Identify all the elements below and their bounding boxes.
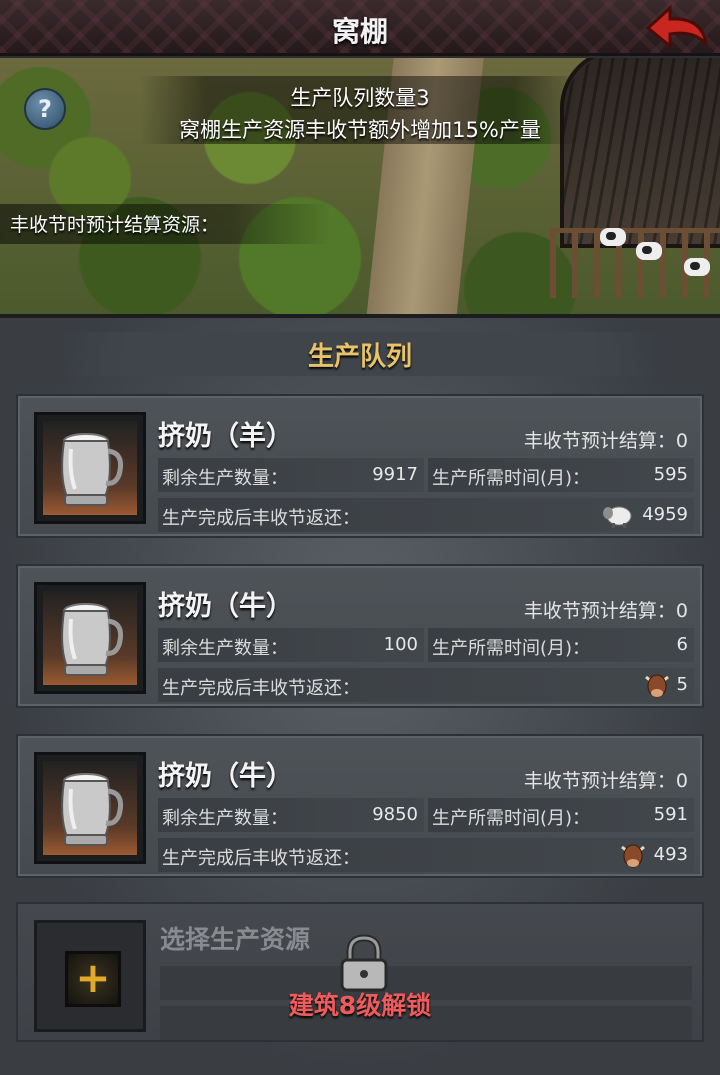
remaining-value: 100 [383,634,418,655]
time-row: 生产所需时间(月)： 6 [428,628,694,662]
cow-icon [621,844,645,868]
milk-pitcher-icon [61,603,124,676]
return-value: 5 [676,674,688,695]
unlock-requirement-text: 建筑8级解锁 [288,991,432,1020]
card-title: 挤奶（牛） [158,761,293,792]
queue-count-text: 生产队列数量3 [290,86,430,110]
item-icon-frame [34,412,146,524]
remaining-value: 9850 [372,804,418,825]
return-label: 生产完成后丰收节返还： [162,508,360,529]
return-value: 493 [653,844,688,865]
return-row: 生产完成后丰收节返还： 493 [158,838,694,872]
time-value: 595 [653,464,688,485]
page-title: 窝棚 [331,15,388,48]
time-value: 6 [676,634,688,655]
back-arrow-icon [645,4,709,50]
remaining-row: 剩余生产数量： 9850 [158,798,424,832]
sheep-icon [603,506,632,528]
item-icon-frame [34,582,146,694]
remaining-label: 剩余生产数量： [162,468,288,489]
remaining-value: 9917 [372,464,418,485]
time-row: 生产所需时间(月)： 591 [428,798,694,832]
return-label: 生产完成后丰收节返还： [162,848,360,869]
time-row: 生产所需时间(月)： 595 [428,458,694,492]
harvest-settle-text: 丰收节预计结算：0 [523,600,688,622]
return-row: 生产完成后丰收节返还： 4959 [158,498,694,532]
return-value: 4959 [642,504,688,525]
help-button[interactable]: ? [24,88,66,130]
section-title: 生产队列 [307,342,412,372]
time-label: 生产所需时间(月)： [432,638,591,659]
return-label: 生产完成后丰收节返还： [162,678,360,699]
locked-queue-slot[interactable]: + 选择生产资源 建筑8级解锁 [16,902,704,1042]
question-icon: ? [38,95,52,123]
remaining-row: 剩余生产数量： 100 [158,628,424,662]
card-title: 挤奶（牛） [158,591,293,622]
queue-card[interactable]: 挤奶（牛） 丰收节预计结算：0 剩余生产数量： 9850 生产所需时间(月)： … [16,734,704,878]
cow-figure [636,242,662,260]
bonus-text: 窝棚生产资源丰收节额外增加15%产量 [179,118,541,142]
time-label: 生产所需时间(月)： [432,808,591,829]
production-panel: 生产队列 挤奶（羊） 丰收节预计结算：0 剩余生产数量： 9917 生产所需时间… [0,314,720,1075]
harvest-settle-text: 丰收节预计结算：0 [523,770,688,792]
card-title: 挤奶（羊） [158,421,293,452]
time-label: 生产所需时间(月)： [432,468,591,489]
milk-pitcher-icon [61,773,124,846]
lock-icon [340,934,388,992]
cow-figure [600,228,626,246]
remaining-label: 剩余生产数量： [162,638,288,659]
return-row: 生产完成后丰收节返还： 5 [158,668,694,702]
header-bar: 窝棚 [0,0,720,56]
select-resource-title: 选择生产资源 [160,925,311,954]
remaining-label: 剩余生产数量： [162,808,288,829]
harvest-settle-text: 丰收节预计结算：0 [523,430,688,452]
cow-figure [684,258,710,276]
item-icon-frame [34,752,146,864]
forecast-label: 丰收节时预计结算资源： [10,214,220,236]
remaining-row: 剩余生产数量： 9917 [158,458,424,492]
cow-icon [645,674,669,698]
shed-banner: 生产队列数量3 窝棚生产资源丰收节额外增加15%产量 ? 丰收节时预计结算资源： [0,58,720,314]
time-value: 591 [653,804,688,825]
back-button[interactable] [644,4,712,52]
milk-pitcher-icon [61,433,124,506]
queue-card[interactable]: 挤奶（牛） 丰收节预计结算：0 剩余生产数量： 100 生产所需时间(月)： 6… [16,564,704,708]
queue-card[interactable]: 挤奶（羊） 丰收节预计结算：0 剩余生产数量： 9917 生产所需时间(月)： … [16,394,704,538]
